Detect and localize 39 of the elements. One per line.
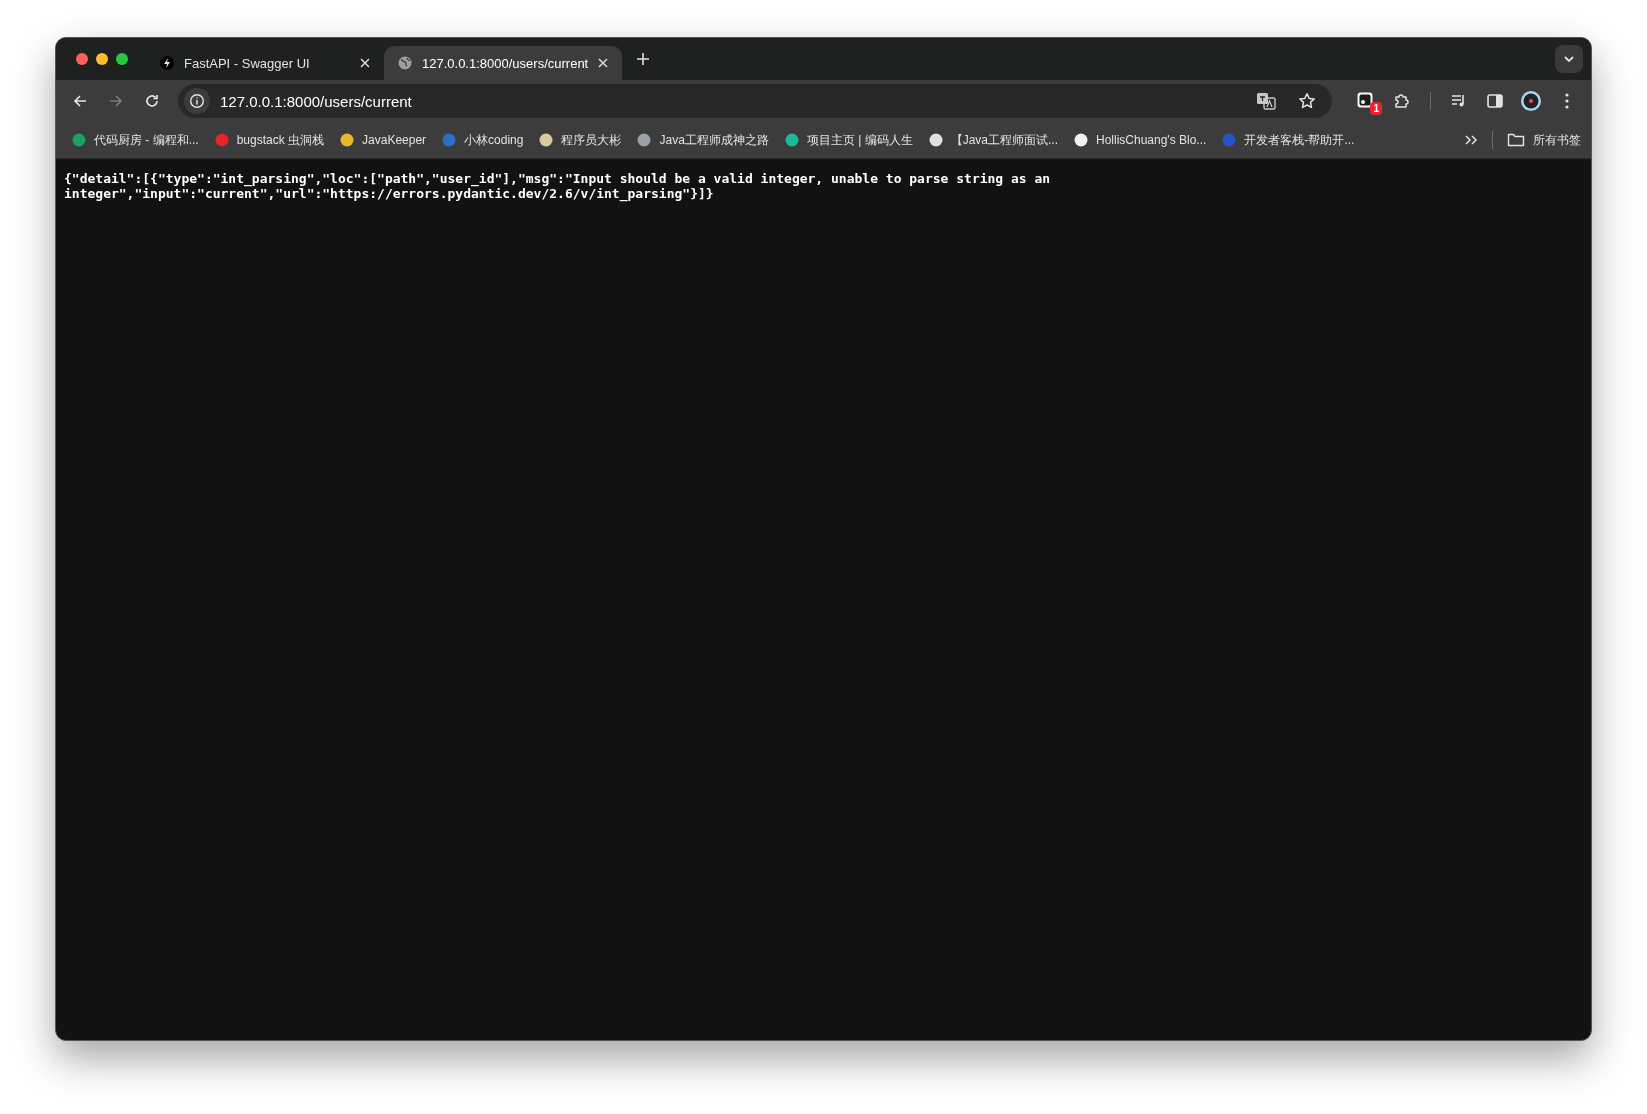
- close-tab-icon[interactable]: [360, 58, 370, 68]
- site-info-icon[interactable]: [184, 88, 210, 114]
- close-window-button[interactable]: [76, 53, 88, 65]
- all-bookmarks-button[interactable]: 所有书签: [1501, 128, 1587, 152]
- translate-icon[interactable]: [1256, 92, 1276, 110]
- bookmark-item[interactable]: 开发者客栈-帮助开...: [1214, 128, 1363, 152]
- notification-badge: 1: [1370, 102, 1382, 115]
- browser-tab[interactable]: 127.0.0.1:8000/users/current: [384, 46, 622, 80]
- lightning-icon: [160, 56, 174, 70]
- plus-icon[interactable]: [636, 52, 650, 66]
- bookmark-item[interactable]: 【Java工程师面试...: [920, 128, 1066, 152]
- bookmark-item[interactable]: JavaKeeper: [332, 128, 435, 152]
- star-icon[interactable]: [1298, 92, 1316, 110]
- bookmark-item[interactable]: bugstack 虫洞栈: [206, 128, 333, 152]
- address-bar[interactable]: 127.0.0.1:8000/users/current: [178, 84, 1332, 118]
- maximize-window-button[interactable]: [116, 53, 128, 65]
- bookmark-item[interactable]: 程序员大彬: [531, 128, 630, 152]
- reload-icon[interactable]: [144, 93, 160, 109]
- profile-avatar[interactable]: [1520, 90, 1542, 112]
- extension-icon[interactable]: [1356, 91, 1376, 111]
- tab-search-button[interactable]: [1555, 45, 1583, 73]
- bookmark-item[interactable]: 项目主页 | 编码人生: [776, 128, 921, 152]
- close-tab-icon[interactable]: [598, 58, 609, 68]
- back-arrow-icon[interactable]: [72, 93, 88, 109]
- puzzle-icon[interactable]: [1393, 92, 1411, 110]
- bookmark-item[interactable]: 小林coding: [434, 128, 532, 152]
- folder-icon: [1507, 133, 1525, 147]
- url-text: 127.0.0.1:8000/users/current: [220, 92, 412, 110]
- menu-icon[interactable]: [1565, 93, 1569, 109]
- bookmark-item[interactable]: Java工程师成神之路: [629, 128, 777, 152]
- globe-icon: [398, 56, 412, 70]
- chevrons-icon[interactable]: [1464, 134, 1478, 146]
- side-panel-icon[interactable]: [1486, 92, 1504, 110]
- chevron-down-icon: [1563, 53, 1575, 65]
- json-response-text: {"detail":[{"type":"int_parsing","loc":["path","user_id"],"msg":"Input should be a valid integer, unable to parse string as an integer","input":"current","url":"https://errors.pydantic.dev/2.6/v/int_parsing"}]}: [64, 171, 1052, 201]
- browser-tab[interactable]: FastAPI - Swagger UI: [146, 46, 384, 80]
- bookmark-item[interactable]: 代码厨房 - 编程和...: [64, 128, 207, 152]
- minimize-window-button[interactable]: [96, 53, 108, 65]
- bookmark-item[interactable]: HollisChuang's Blo...: [1066, 128, 1215, 152]
